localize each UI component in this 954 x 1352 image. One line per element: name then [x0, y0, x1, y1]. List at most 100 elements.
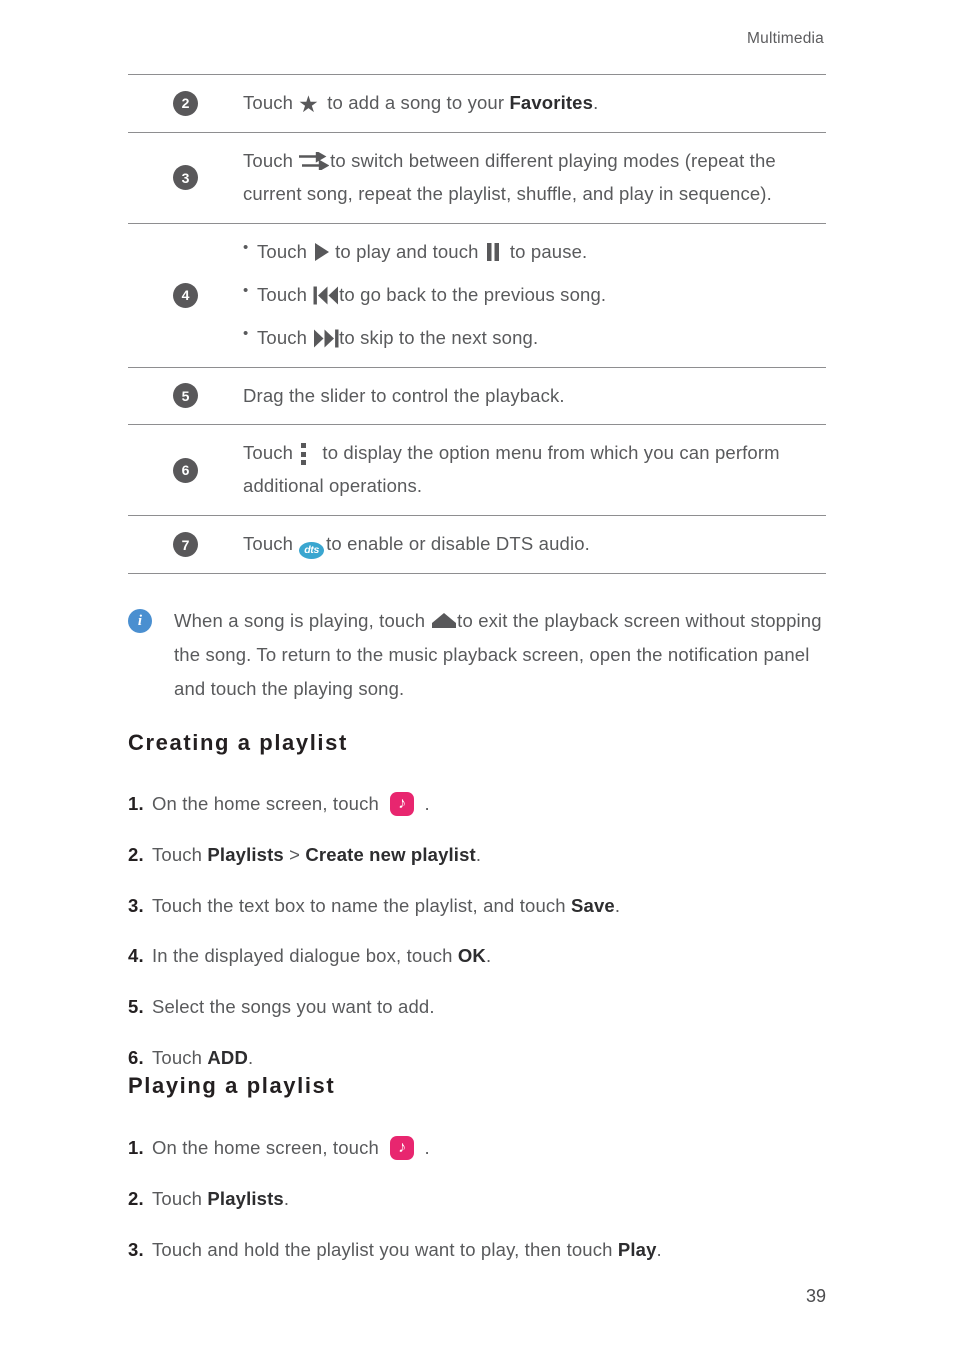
bullet-item: Touch to go back to the previous song. — [243, 278, 822, 312]
overflow-menu-icon — [301, 443, 307, 466]
row-number-cell: 7 — [128, 516, 243, 573]
table-row: 5 Drag the slider to control the playbac… — [128, 368, 826, 426]
step-number: 2. — [128, 1187, 144, 1209]
table-row: 7 Touch dts to enable or disable DTS audio… — [128, 516, 826, 575]
step-bold-term: Playlists — [207, 1187, 284, 1209]
row-text-after: to display the option menu from which yo… — [243, 442, 780, 497]
step-text: In the displayed dialogue box, touch OK. — [152, 942, 848, 970]
step-text-pre: On the home screen, touch — [152, 1137, 385, 1158]
bullet-pre: Touch — [257, 283, 308, 305]
list-item: 4. In the displayed dialogue box, touch … — [128, 942, 848, 970]
row-number-cell: 2 — [128, 75, 243, 132]
home-icon — [432, 613, 457, 628]
star-icon: ★ — [298, 91, 319, 117]
step-bold-term: ADD — [207, 1046, 248, 1068]
table-row: 4 Touch to play and touch to pause. Touch… — [128, 224, 826, 368]
table-row: 6 Touch to display the option menu from … — [128, 425, 826, 517]
row-body: Touch dts to enable or disable DTS audio. — [243, 516, 826, 573]
row-text-before: Touch — [243, 92, 294, 113]
step-text-pre: Touch — [152, 1187, 208, 1209]
row-text-end: . — [593, 92, 599, 113]
step-text-post: . — [656, 1238, 662, 1260]
callout-table: 2 Touch ★ to add a song to your Favorites… — [128, 74, 826, 575]
step-separator: > — [283, 843, 306, 865]
row-text-before: Touch — [243, 149, 294, 171]
table-row: 2 Touch ★ to add a song to your Favorites… — [128, 75, 826, 133]
step-text-pre: Select the songs you want to add. — [152, 996, 435, 1017]
pause-icon — [486, 242, 499, 261]
playing-playlist-steps: 1. On the home screen, touch ♪ . 2. Touc… — [128, 1134, 848, 1286]
step-number: 2. — [128, 843, 144, 865]
step-text-post: . — [419, 1137, 430, 1158]
step-text-post: . — [247, 1046, 254, 1068]
step-badge: 7 — [173, 532, 198, 558]
list-item: 6. Touch ADD. — [128, 1044, 848, 1072]
step-number: 3. — [128, 894, 144, 916]
note-part1: When a song is playing, touch — [174, 610, 426, 631]
bullet-post: to go back to the previous song. — [339, 283, 607, 305]
step-text: Select the songs you want to add. — [152, 993, 848, 1021]
next-track-icon — [314, 329, 339, 348]
bullet-mid: to play and touch — [335, 240, 479, 262]
bullet-post: to skip to the next song. — [339, 326, 539, 348]
row-number-cell: 5 — [128, 368, 243, 425]
row-number-cell: 6 — [128, 425, 243, 515]
step-text: Touch and hold the playlist you want to … — [152, 1236, 848, 1264]
step-text-pre: In the displayed dialogue box, touch — [152, 945, 458, 967]
previous-track-icon — [313, 286, 339, 305]
bullet-pre: Touch — [257, 240, 308, 262]
step-text: On the home screen, touch ♪ . — [152, 1134, 848, 1162]
row-body: Touch ★ to add a song to your Favorites. — [243, 75, 826, 132]
step-text: On the home screen, touch ♪ . — [152, 790, 848, 818]
list-item: 1. On the home screen, touch ♪ . — [128, 790, 848, 818]
info-note: i When a song is playing, touch to exit t… — [128, 604, 828, 706]
list-item: 1. On the home screen, touch ♪ . — [128, 1134, 848, 1162]
step-bold-term: Play — [617, 1238, 657, 1260]
row-number-cell: 3 — [128, 133, 243, 223]
row-number-cell: 4 — [128, 224, 243, 367]
bullet-item: Touch to skip to the next song. — [243, 321, 822, 355]
step-text-pre: Touch the text box to name the playlist,… — [152, 894, 572, 916]
step-text: Touch the text box to name the playlist,… — [152, 892, 848, 920]
creating-playlist-steps: 1. On the home screen, touch ♪ . 2. Touc… — [128, 790, 848, 1095]
step-text: Touch Playlists. — [152, 1185, 848, 1213]
list-item: 3. Touch and hold the playlist you want … — [128, 1236, 848, 1264]
step-text-post: . — [485, 945, 492, 967]
step-text-pre: Touch and hold the playlist you want to … — [152, 1238, 618, 1260]
bullet-item: Touch to play and touch to pause. — [243, 235, 822, 269]
bullet-post: to pause. — [504, 240, 588, 262]
step-number: 1. — [128, 793, 144, 814]
step-text-post: . — [419, 793, 430, 814]
row-text-after: to enable or disable DTS audio. — [326, 533, 590, 555]
step-number: 5. — [128, 996, 144, 1017]
step-badge: 5 — [173, 383, 198, 409]
step-text-pre: On the home screen, touch — [152, 793, 385, 814]
step-bold-term: Save — [571, 894, 615, 916]
step-badge: 2 — [173, 90, 198, 116]
page-title-2: Playing a playlist — [128, 1073, 336, 1098]
document-page: Multimedia 2 Touch ★ to add a song to you… — [0, 0, 954, 1352]
step-text: Touch ADD. — [152, 1044, 848, 1072]
row-text-before: Touch — [243, 533, 294, 555]
step-text-post: . — [283, 1187, 290, 1209]
step-text-pre: Touch — [152, 1046, 208, 1068]
running-header: Multimedia — [747, 30, 824, 47]
step-badge: 6 — [173, 457, 198, 483]
row-body: Drag the slider to control the playback. — [243, 384, 565, 406]
page-title: Creating a playlist — [128, 730, 348, 755]
row-bold-term: Favorites — [509, 92, 594, 113]
step-text: Touch Playlists > Create new playlist. — [152, 841, 848, 869]
music-app-icon: ♪ — [390, 1136, 415, 1160]
step-text-pre: Touch — [152, 843, 208, 865]
list-item: 2. Touch Playlists. — [128, 1185, 848, 1213]
row-body: Touch to switch between different playin… — [243, 133, 826, 223]
step-badge: 3 — [173, 165, 198, 191]
row-text-before: Touch — [243, 442, 294, 464]
step-text-post: . — [475, 843, 482, 865]
row-body: Touch to play and touch to pause. Touch to… — [243, 224, 826, 367]
step-number: 3. — [128, 1238, 144, 1260]
step-bold-term: OK — [457, 945, 486, 967]
info-note-text: When a song is playing, touch to exit the… — [174, 604, 828, 706]
list-item: 5. Select the songs you want to add. — [128, 993, 848, 1021]
list-item: 2. Touch Playlists > Create new playlist… — [128, 841, 848, 869]
